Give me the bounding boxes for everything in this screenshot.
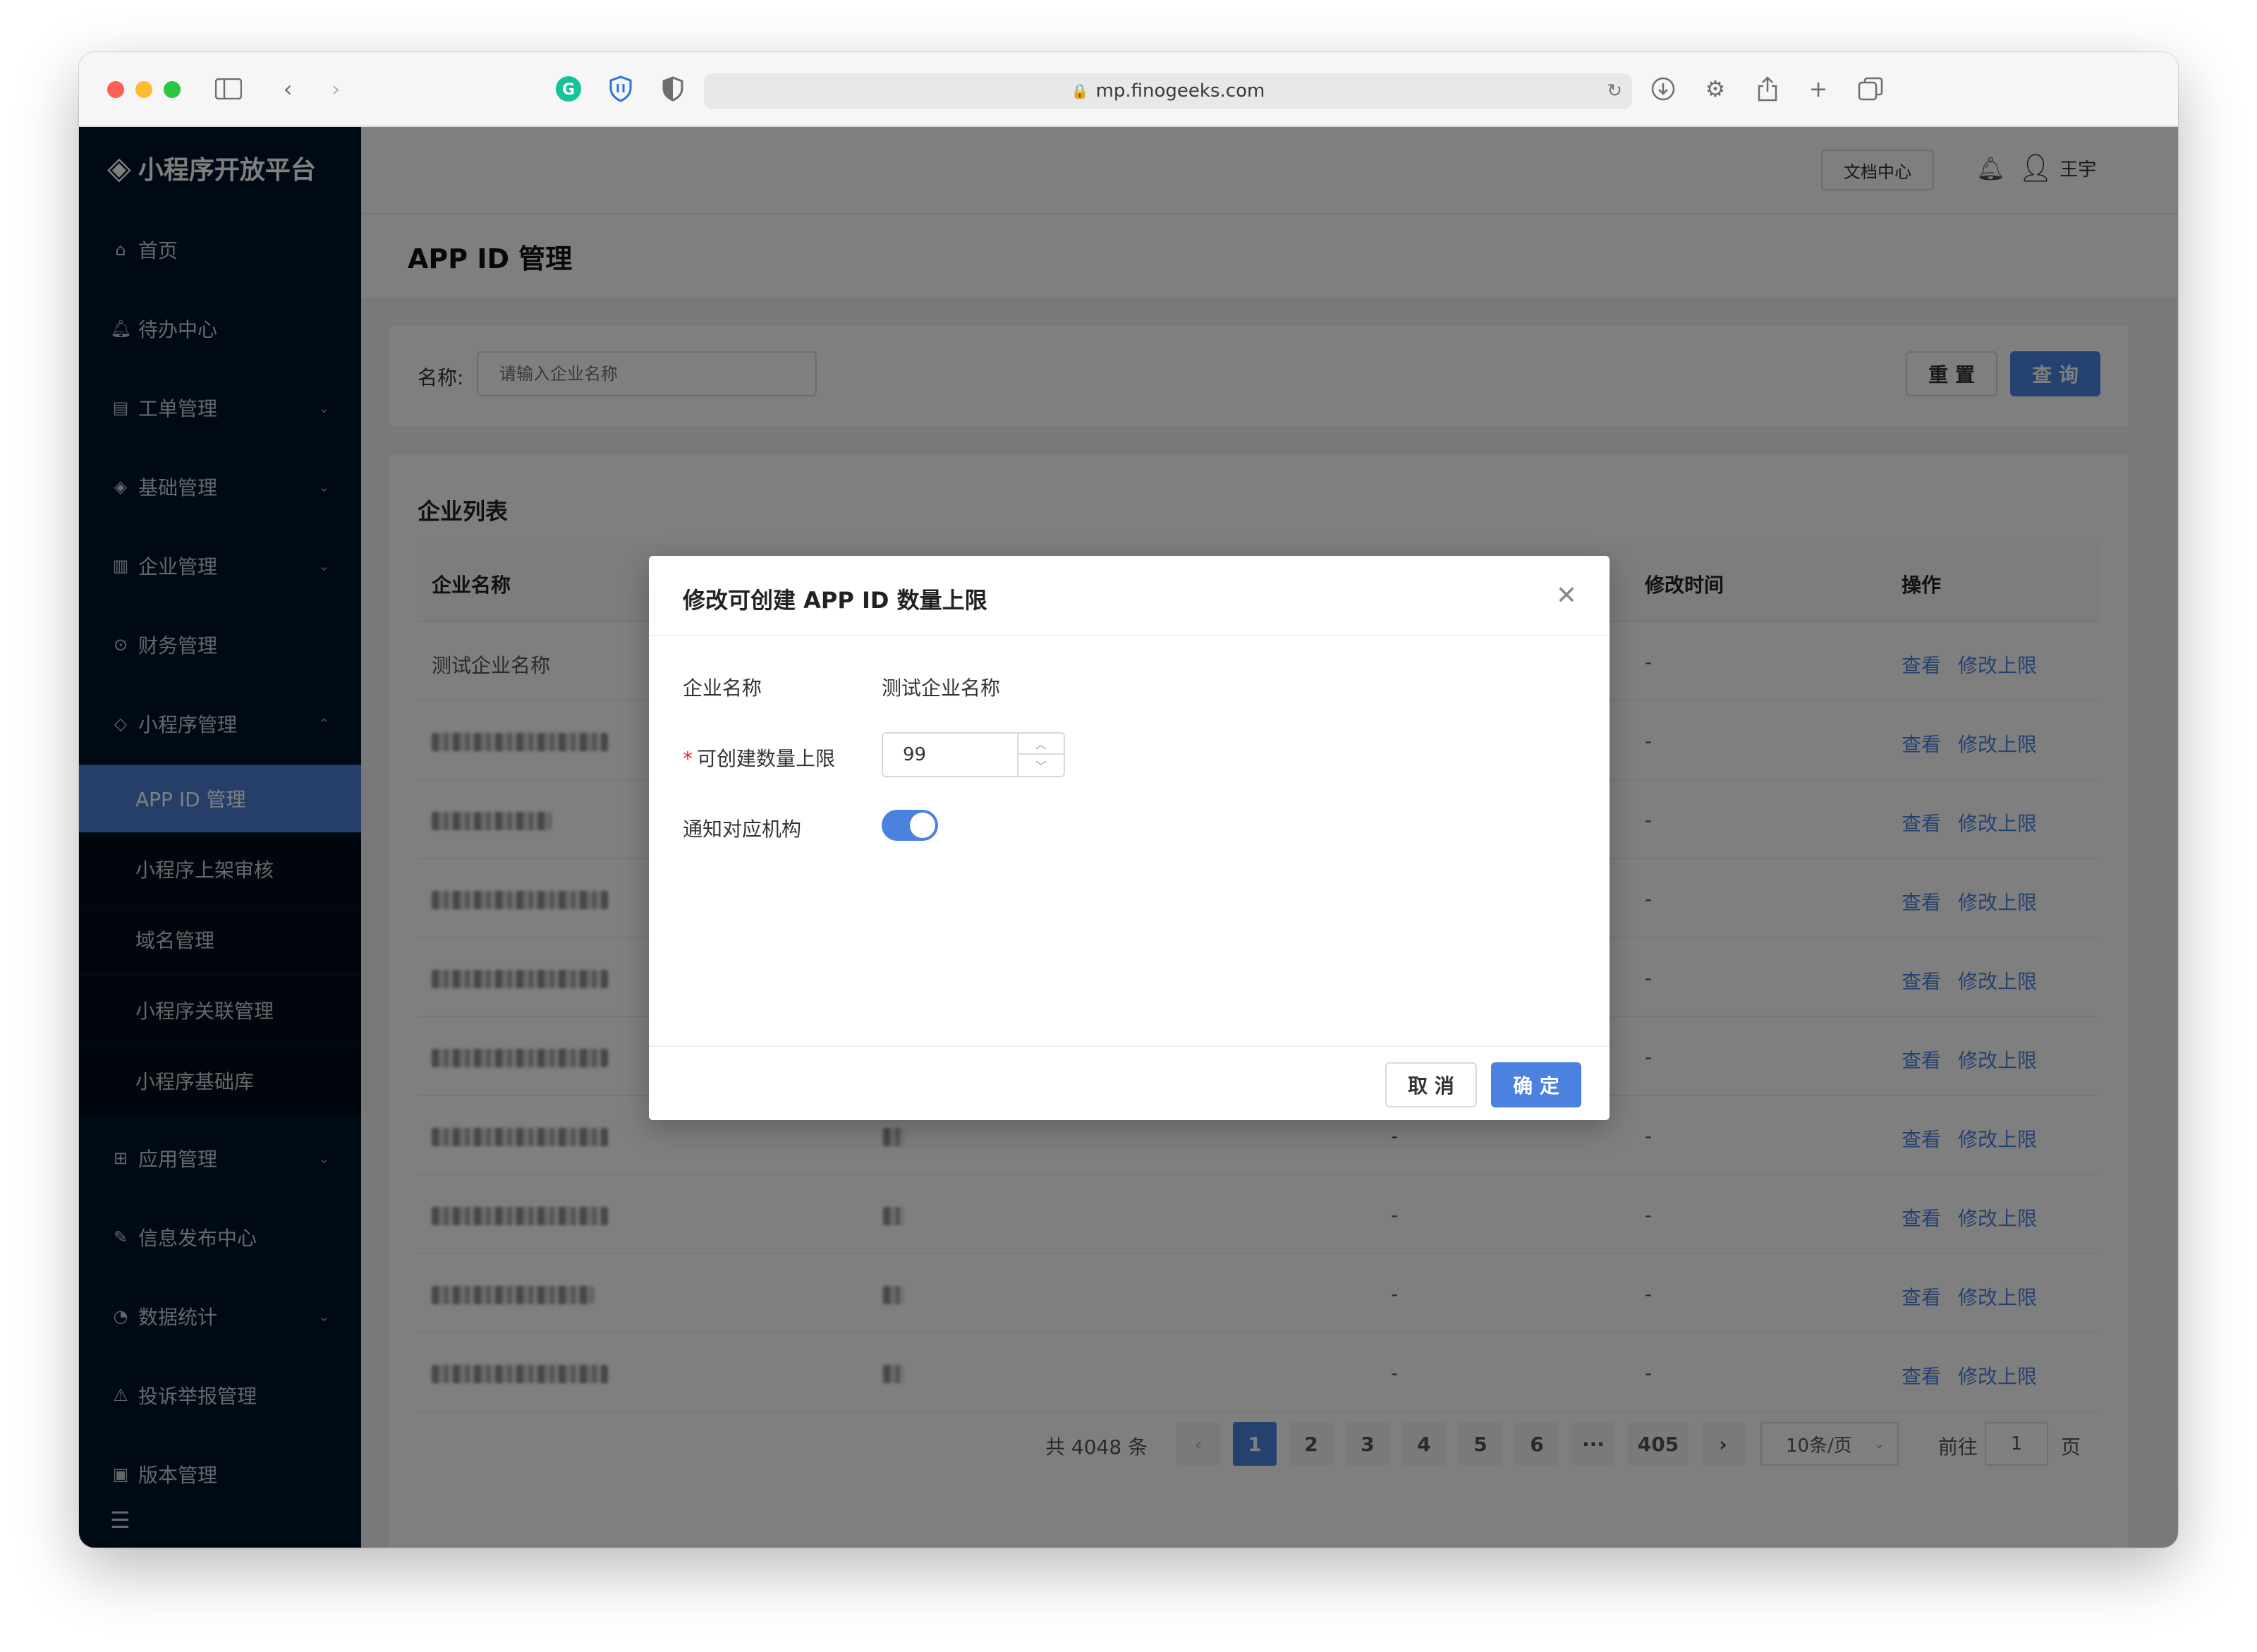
new-tab-plus-icon[interactable]: + — [1803, 73, 1834, 104]
browser-toolbar: ‹ › G 🔒 mp.finogeeks.com ↻ ⚙ + — [79, 52, 2178, 127]
zoom-window-button[interactable] — [164, 81, 181, 98]
download-icon[interactable] — [1648, 73, 1679, 104]
decrement-chevron-down-icon[interactable]: ﹀ — [1018, 755, 1064, 776]
notify-row: 通知对应机构 — [683, 803, 1571, 848]
reload-icon[interactable]: ↻ — [1607, 80, 1622, 102]
forward-icon[interactable]: › — [320, 73, 351, 104]
close-icon[interactable]: ✕ — [1556, 581, 1577, 610]
privacy-shield-icon[interactable] — [657, 73, 688, 104]
limit-label-text: 可创建数量上限 — [697, 747, 836, 770]
settings-gear-icon[interactable]: ⚙ — [1700, 73, 1731, 104]
address-bar[interactable]: 🔒 mp.finogeeks.com ↻ — [704, 73, 1632, 109]
limit-number-input[interactable]: ︿ ﹀ — [882, 732, 1065, 777]
back-icon[interactable]: ‹ — [272, 73, 303, 104]
dialog-footer: 取 消 确 定 — [649, 1045, 1610, 1120]
svg-text:G: G — [562, 81, 575, 99]
company-name-label: 企业名称 — [683, 676, 762, 700]
lock-icon: 🔒 — [1071, 83, 1089, 99]
number-stepper: ︿ ﹀ — [1017, 734, 1064, 776]
url-text: mp.finogeeks.com — [1095, 80, 1265, 102]
company-name-value: 测试企业名称 — [882, 676, 1001, 700]
cancel-button[interactable]: 取 消 — [1385, 1062, 1477, 1107]
edit-limit-dialog: 修改可创建 APP ID 数量上限 ✕ 企业名称 测试企业名称 * 可创建数量上限… — [649, 556, 1610, 1120]
sidebar-toggle-icon[interactable] — [213, 73, 244, 104]
dialog-header: 修改可创建 APP ID 数量上限 ✕ — [649, 556, 1610, 636]
limit-row: *可创建数量上限 ︿ ﹀ — [683, 732, 1571, 777]
limit-value-field[interactable] — [883, 734, 1017, 776]
minimize-window-button[interactable] — [135, 81, 152, 98]
company-name-row: 企业名称 测试企业名称 — [683, 662, 1571, 707]
required-asterisk: * — [683, 747, 693, 770]
notify-toggle[interactable] — [882, 810, 938, 841]
grammarly-extension-icon[interactable]: G — [553, 73, 584, 104]
share-icon[interactable] — [1752, 73, 1783, 104]
tab-overview-icon[interactable] — [1855, 73, 1886, 104]
close-window-button[interactable] — [107, 81, 124, 98]
confirm-button[interactable]: 确 定 — [1491, 1062, 1581, 1107]
toggle-knob — [910, 813, 935, 838]
notify-label: 通知对应机构 — [683, 818, 802, 841]
shield-extension-icon[interactable] — [605, 73, 636, 104]
limit-label: * 可创建数量上限 — [683, 743, 835, 772]
browser-window: ‹ › G 🔒 mp.finogeeks.com ↻ ⚙ + 请输入企业名称 1… — [79, 52, 2178, 1548]
increment-chevron-up-icon[interactable]: ︿ — [1018, 734, 1064, 755]
dialog-title: 修改可创建 APP ID 数量上限 — [683, 587, 987, 614]
